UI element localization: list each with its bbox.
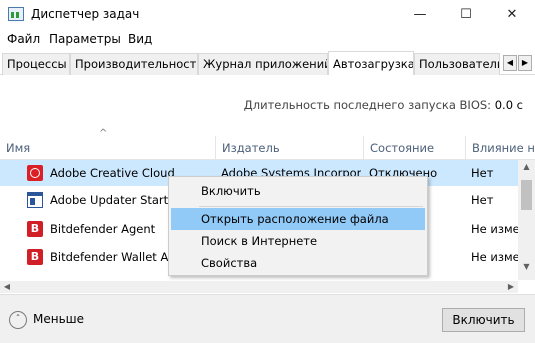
column-header-name[interactable]: Имя [0, 136, 215, 160]
tab-scroll-right-button[interactable]: ▶ [518, 55, 532, 71]
tab-startup[interactable]: Автозагрузка [328, 51, 414, 75]
close-button[interactable]: ✕ [489, 0, 535, 30]
tab-app-history[interactable]: Журнал приложений [198, 53, 328, 75]
context-menu-search-online[interactable]: Поиск в Интернете [171, 230, 425, 252]
row-impact: Нет [471, 166, 494, 180]
minimize-button[interactable]: — [397, 0, 443, 30]
row-impact: Не измер [471, 222, 518, 236]
vertical-scroll-thumb[interactable] [521, 180, 532, 210]
chevron-up-icon[interactable]: ˆ [9, 311, 27, 329]
table-header: ^ Имя Издатель Состояние Влияние на [0, 128, 535, 160]
context-menu-enable[interactable]: Включить [171, 180, 425, 202]
row-impact: Нет [471, 193, 494, 207]
bitdefender-icon: B [27, 221, 43, 237]
menu-view[interactable]: Вид [128, 32, 152, 46]
window-title: Диспетчер задач [31, 7, 140, 21]
column-header-publisher[interactable]: Издатель [215, 136, 363, 160]
tab-scroll-left-button[interactable]: ◀ [503, 55, 517, 71]
footer: ˆ Меньше Включить [0, 294, 535, 343]
menu-options[interactable]: Параметры [49, 32, 121, 46]
tab-strip: Процессы Производительность Журнал прило… [0, 51, 535, 75]
context-menu-separator [199, 206, 423, 207]
horizontal-scrollbar[interactable]: ◀ ▶ [0, 281, 518, 293]
title-bar: Диспетчер задач — ☐ ✕ [0, 0, 535, 30]
tab-performance[interactable]: Производительность [70, 53, 198, 75]
tab-processes[interactable]: Процессы [2, 53, 70, 75]
scroll-left-button[interactable]: ◀ [0, 281, 14, 293]
row-impact: Не измер [471, 250, 518, 264]
context-menu: Включить Открыть расположение файла Поис… [168, 176, 428, 276]
bios-time-label: Длительность последнего запуска BIOS: [243, 98, 492, 112]
scroll-down-button[interactable]: ▼ [518, 260, 535, 274]
menu-file[interactable]: Файл [7, 32, 40, 46]
bitdefender-icon: B [27, 249, 43, 265]
context-menu-open-file-location[interactable]: Открыть расположение файла [171, 208, 425, 230]
task-manager-icon [8, 7, 24, 21]
row-name: Bitdefender Wallet Ag [50, 250, 168, 264]
adobe-updater-icon [27, 192, 43, 208]
vertical-scrollbar[interactable]: ▲ ▼ [518, 160, 535, 280]
context-menu-properties[interactable]: Свойства [171, 252, 425, 274]
column-header-impact[interactable]: Влияние на [465, 136, 535, 160]
scroll-up-button[interactable]: ▲ [518, 160, 535, 174]
enable-button[interactable]: Включить [442, 308, 525, 332]
bios-time: Длительность последнего запуска BIOS: 0.… [244, 98, 523, 112]
maximize-button[interactable]: ☐ [443, 0, 489, 30]
adobe-creative-cloud-icon [27, 165, 43, 181]
bios-time-value: 0.0 с [494, 98, 523, 112]
fewer-details-link[interactable]: Меньше [33, 312, 84, 326]
menu-bar: Файл Параметры Вид [0, 30, 535, 50]
column-header-status[interactable]: Состояние [363, 136, 465, 160]
scroll-right-button[interactable]: ▶ [504, 281, 518, 293]
tab-users[interactable]: Пользователи [414, 53, 500, 75]
